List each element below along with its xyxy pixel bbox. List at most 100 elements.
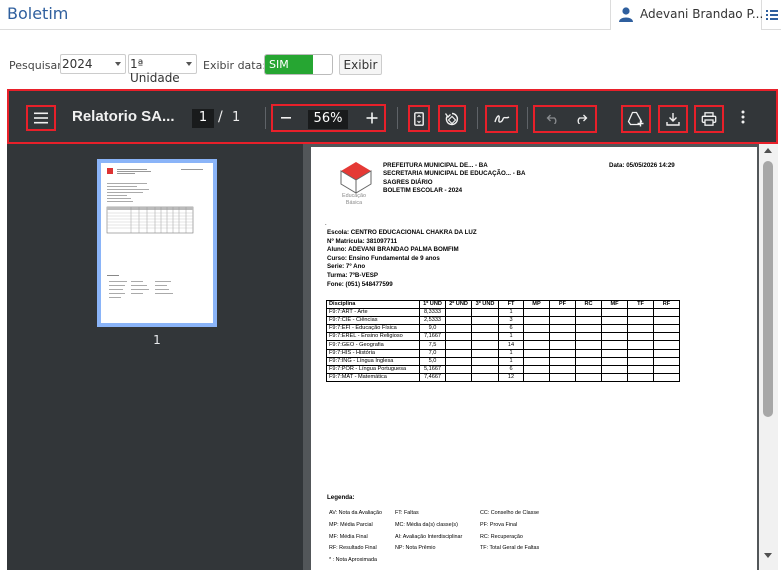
page-title: Boletim (7, 4, 69, 23)
table-cell (445, 364, 472, 374)
list-icon[interactable] (766, 10, 778, 20)
table-cell (627, 332, 654, 342)
table-cell (523, 324, 550, 334)
table-cell (575, 332, 602, 342)
pdf-page: Educação Básica PREFEITURA MUNICIPAL DE.… (311, 147, 757, 570)
more-options-icon[interactable] (741, 110, 745, 124)
scrollbar-thumb[interactable] (763, 161, 773, 417)
filter-bar: Pesquisar: 2024 1ª Unidade Exibir data: … (0, 52, 781, 85)
table-cell (471, 348, 499, 358)
table-cell: F9:7:ART - Arte (326, 308, 420, 318)
table-cell: 1 (498, 308, 524, 318)
unit-select[interactable]: 1ª Unidade (128, 54, 197, 85)
table-cell: F9:7:POR - Língua Portuguesa (326, 364, 420, 374)
fit-page-button[interactable] (408, 105, 430, 132)
legend-column: FT: Faltas MC: Média da(s) classe(s) AI:… (395, 508, 462, 555)
zoom-in-icon[interactable] (366, 112, 378, 124)
table-cell (549, 372, 576, 382)
unit-value: 1ª Unidade (130, 57, 180, 85)
legend-title: Legenda: (327, 494, 355, 501)
table-cell (627, 340, 654, 350)
table-cell: F9:7:ING - Língua Inglesa (326, 356, 420, 366)
table-cell (471, 308, 499, 318)
column-header: 3º UND (471, 299, 499, 310)
table-cell (627, 324, 654, 334)
legend-item: * : Nota Aproximada (329, 557, 377, 564)
table-cell (627, 356, 654, 366)
fit-page-icon (414, 111, 424, 126)
column-header: PF (549, 299, 576, 310)
table-cell: 12 (498, 372, 524, 382)
menu-button[interactable] (26, 105, 56, 131)
table-cell (653, 316, 680, 326)
page-separator: / (218, 109, 223, 125)
table-row: F9:7:ING - Língua Inglesa 5,0 1 (326, 356, 680, 366)
column-header: RF (653, 299, 680, 310)
drive-add-icon (627, 111, 644, 127)
print-button[interactable] (694, 105, 724, 133)
info-line: Fone: (051) 548477599 (327, 280, 393, 288)
table-cell (653, 372, 680, 382)
legend-item: RF: Resultado Final (329, 545, 377, 552)
page-thumbnail[interactable] (97, 159, 217, 327)
table-cell (523, 364, 550, 374)
scroll-up-icon[interactable] (764, 148, 772, 153)
table-cell (445, 340, 472, 350)
table-cell (471, 316, 499, 326)
year-select[interactable]: 2024 (60, 54, 126, 74)
search-label: Pesquisar: (9, 59, 66, 72)
table-cell (523, 372, 550, 382)
add-to-drive-button[interactable] (621, 105, 651, 133)
table-cell (445, 308, 472, 318)
show-date-toggle[interactable]: SIM (264, 54, 333, 75)
table-cell: 7,4667 (419, 372, 446, 382)
table-row: F9:7:EREL - Ensino Religioso 7,1667 1 (326, 332, 680, 342)
table-cell (601, 340, 628, 350)
document-title: Relatorio SA... (72, 108, 175, 125)
download-icon (666, 113, 680, 126)
legend-item: RC: Recuperação (480, 533, 523, 540)
table-cell (653, 324, 680, 334)
table-cell: 8,3333 (419, 308, 446, 318)
table-cell: F9:7:EFI - Educação Física (326, 324, 420, 334)
download-button[interactable] (658, 105, 688, 133)
legend-item: FT: Faltas (395, 510, 419, 516)
table-cell: 5,0 (419, 356, 446, 366)
grades-table: Disciplina 1º UND 2º UND 3º UND FT MP PF… (326, 299, 680, 382)
legend-item: CC: Conselho de Classe (480, 510, 540, 516)
page-scrollbar[interactable] (759, 144, 778, 570)
report-date: Data: 05/05/2026 14:29 (609, 162, 675, 169)
thumbnail-page-number: 1 (153, 333, 161, 347)
table-cell: 6 (498, 364, 524, 374)
rotate-button[interactable] (438, 105, 466, 132)
table-cell (627, 308, 654, 318)
undo-icon[interactable] (546, 114, 560, 124)
table-cell (471, 324, 499, 334)
org-line: BOLETIM ESCOLAR - 2024 (383, 186, 463, 194)
chevron-down-icon (115, 62, 121, 66)
legend-column: AV: Nota da Avaliação MP: Média Parcial … (329, 508, 382, 567)
table-cell (471, 356, 499, 366)
table-cell: F9:7:EREL - Ensino Religioso (326, 332, 420, 342)
annotate-button[interactable] (485, 105, 518, 133)
zoom-out-icon[interactable] (281, 117, 291, 119)
report-header: PREFEITURA MUNICIPAL DE... - BA SECRETAR… (383, 162, 525, 195)
page-number-input[interactable]: 1 (192, 109, 214, 128)
table-cell (445, 348, 472, 358)
info-line: Escola: CENTRO EDUCACIONAL CHAKRA DA LUZ (327, 229, 477, 236)
table-cell (445, 356, 472, 366)
column-header: 2º UND (445, 299, 472, 310)
table-cell: 5,1667 (419, 364, 446, 374)
show-button[interactable]: Exibir (339, 54, 382, 75)
chevron-down-icon (186, 62, 192, 66)
zoom-level[interactable]: 56% (308, 110, 348, 129)
user-menu[interactable]: Adevani Brandao P... (610, 0, 763, 30)
table-cell (575, 324, 602, 334)
rotate-icon (444, 112, 459, 125)
column-header: MF (601, 299, 628, 310)
scroll-down-icon[interactable] (764, 553, 772, 558)
toggle-on-label: SIM (265, 55, 313, 74)
redo-icon[interactable] (575, 114, 588, 124)
table-row: F9:7:CIE - Ciências 2,5333 3 (326, 316, 680, 326)
page-total: 1 (232, 110, 241, 125)
